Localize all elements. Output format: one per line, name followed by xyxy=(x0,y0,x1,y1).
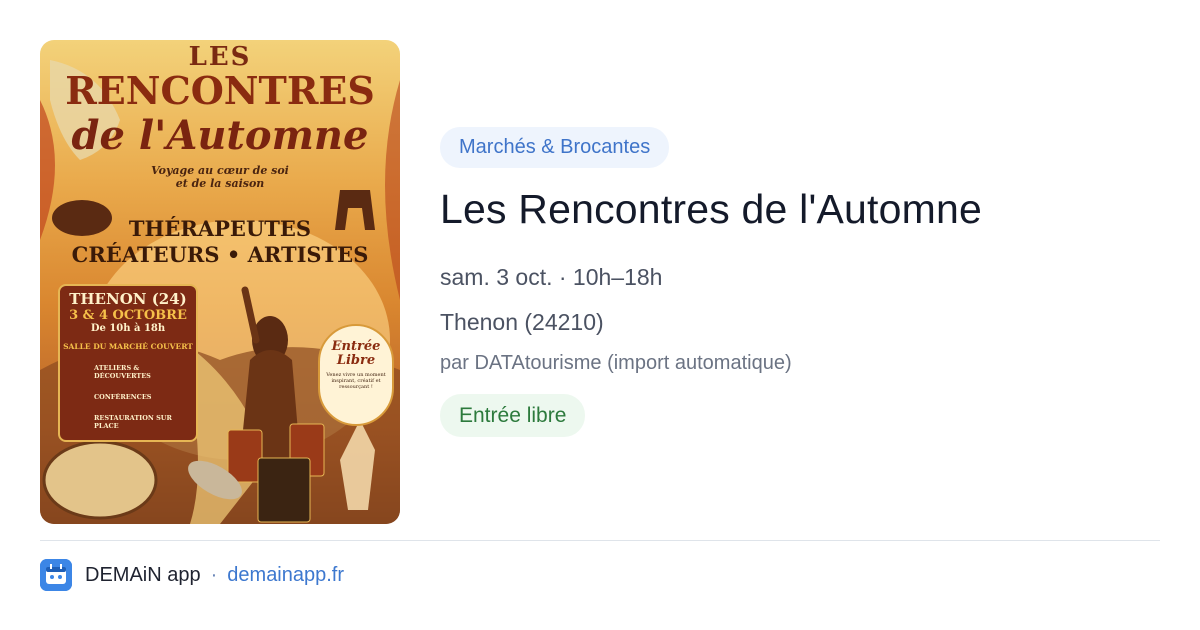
poster-entree-subtitle: Venez vivre un moment inspirant, créatif… xyxy=(326,372,386,390)
share-card: LES RENCONTRES de l'Automne Voyage au cœ… xyxy=(0,0,1200,630)
poster-tagline-line1: Voyage au cœur de soi xyxy=(151,164,289,177)
price-badge: Entrée libre xyxy=(440,394,586,437)
poster-tagline: Voyage au cœur de soi et de la saison xyxy=(40,164,400,190)
app-url-link[interactable]: demainapp.fr xyxy=(227,564,344,587)
poster-hours: De 10h à 18h xyxy=(90,323,166,334)
poster-therapeutes: THÉRAPEUTES xyxy=(128,216,312,241)
category-badge[interactable]: Marchés & Brocantes xyxy=(440,127,670,168)
event-author: par DATAtourisme (import automatique) xyxy=(440,352,792,374)
poster-entree-libre-seal: Entrée Libre Venez vivre un moment inspi… xyxy=(318,324,394,426)
app-logo-glyph xyxy=(40,559,72,591)
poster-entree-title: Entrée Libre xyxy=(331,339,381,368)
poster-item-ateliers: ATELIERS & DÉCOUVERTES xyxy=(94,364,151,380)
poster-tagline-line2: et de la saison xyxy=(175,177,265,190)
poster-info-box: THENON (24) 3 & 4 OCTOBRE De 10h à 18h S… xyxy=(58,284,198,442)
event-date-time: sam. 3 oct. · 10h–18h xyxy=(440,264,663,290)
event-location: Thenon (24210) xyxy=(440,309,604,335)
poster-title-automne: de l'Automne xyxy=(71,112,369,159)
poster-venue: SALLE DU MARCHÉ COUVERT xyxy=(63,342,193,351)
event-title[interactable]: Les Rencontres de l'Automne xyxy=(440,186,982,233)
footer-divider xyxy=(40,540,1160,541)
app-name: DEMAiN app xyxy=(85,563,201,586)
poster-item-restauration: RESTAURATION SUR PLACE xyxy=(94,414,172,430)
footer-separator: · xyxy=(210,563,218,586)
footer: DEMAiN app · demainapp.fr xyxy=(40,558,344,592)
poster-title-rencontres: RENCONTRES xyxy=(65,68,375,113)
event-poster-image[interactable]: LES RENCONTRES de l'Automne Voyage au cœ… xyxy=(40,40,400,524)
app-logo-icon[interactable] xyxy=(40,559,72,591)
poster-item-conferences: CONFÉRENCES xyxy=(94,393,152,401)
poster-city: THENON (24) xyxy=(69,290,187,308)
poster-createurs: CRÉATEURS • ARTISTES xyxy=(71,242,369,267)
poster-dates: 3 & 4 OCTOBRE xyxy=(69,308,187,323)
